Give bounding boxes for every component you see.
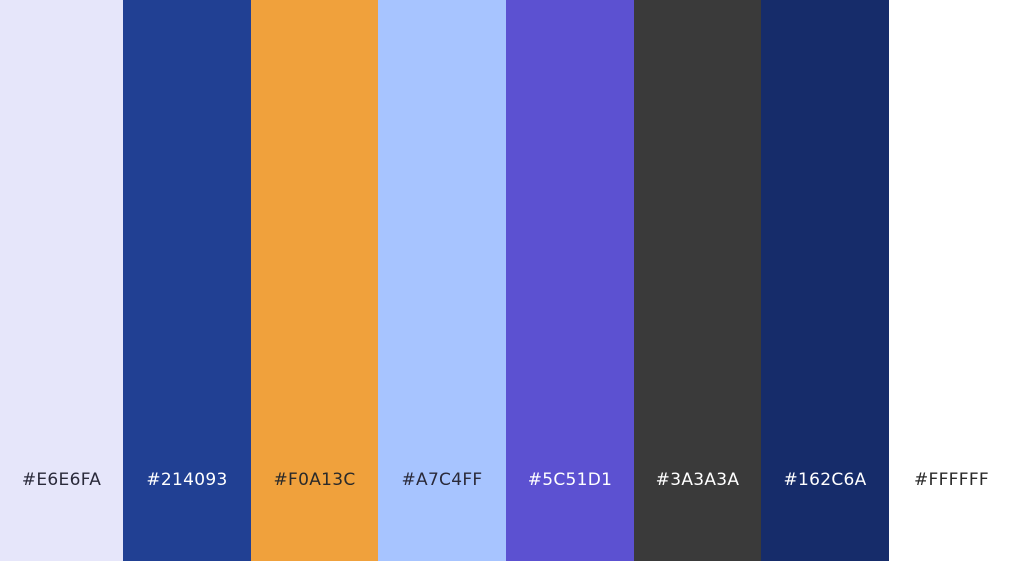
swatch-hex-label: #E6E6FA [21,470,102,490]
swatch-7[interactable]: #162C6A [761,0,889,561]
swatch-hex-label: #FFFFFF [913,470,989,490]
swatch-hex-label: #162C6A [783,470,867,490]
swatch-6[interactable]: #3A3A3A [634,0,761,561]
swatch-8[interactable]: #FFFFFF [889,0,1014,561]
swatch-hex-label: #5C51D1 [527,470,613,490]
color-palette: #E6E6FA #214093 #F0A13C #A7C4FF #5C51D1 … [0,0,1014,561]
swatch-hex-label: #F0A13C [273,470,356,490]
swatch-4[interactable]: #A7C4FF [378,0,506,561]
swatch-hex-label: #214093 [146,470,228,490]
swatch-1[interactable]: #E6E6FA [0,0,123,561]
swatch-hex-label: #A7C4FF [401,470,483,490]
swatch-3[interactable]: #F0A13C [251,0,378,561]
swatch-hex-label: #3A3A3A [655,470,740,490]
swatch-5[interactable]: #5C51D1 [506,0,634,561]
swatch-2[interactable]: #214093 [123,0,251,561]
